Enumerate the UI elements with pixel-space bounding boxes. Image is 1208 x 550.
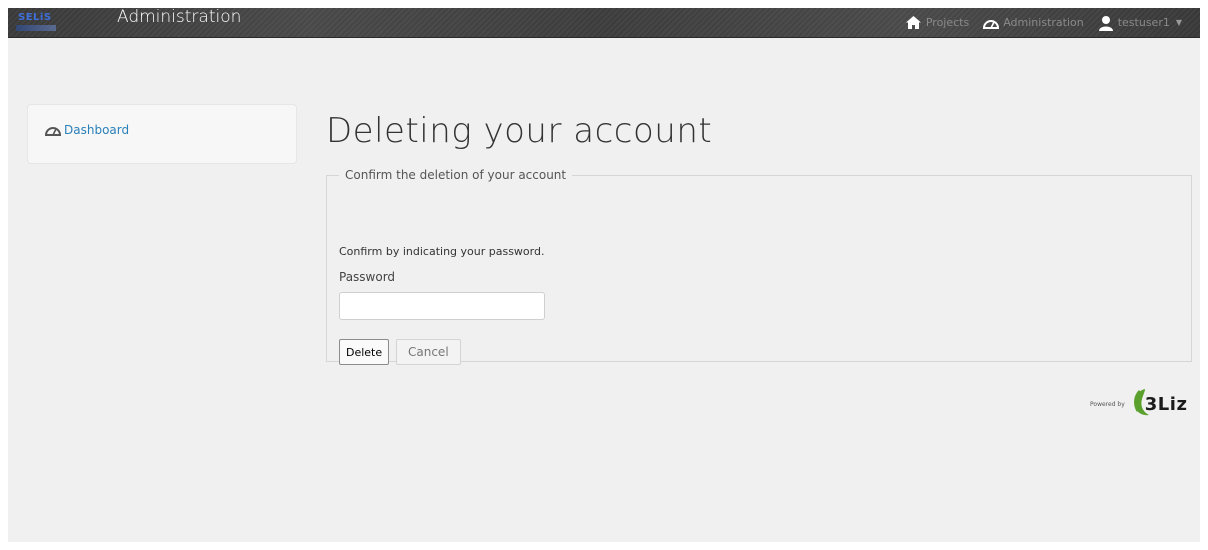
confirm-hint: Confirm by indicating your password. <box>339 245 545 258</box>
user-menu-label: testuser1 <box>1117 16 1170 29</box>
sidebar-item-label: Dashboard <box>64 123 130 137</box>
sidebar-item-dashboard[interactable]: Dashboard <box>45 123 129 137</box>
home-icon <box>905 15 922 30</box>
top-navbar: SELiS Administration Projects Administra… <box>8 8 1200 37</box>
app-title[interactable]: Administration <box>117 8 241 27</box>
caret-down-icon: ▼ <box>1175 18 1182 27</box>
user-icon <box>1098 15 1114 31</box>
app-frame: SELiS Administration Projects Administra… <box>8 8 1200 542</box>
brand-name: 3Liz <box>1144 393 1188 415</box>
delete-button[interactable]: Delete <box>339 339 390 365</box>
cancel-button[interactable]: Cancel <box>396 339 461 365</box>
user-menu[interactable]: testuser1 ▼ <box>1098 15 1182 31</box>
dashboard-icon <box>983 17 1000 29</box>
page-title: Deleting your account <box>326 111 713 151</box>
selis-logo[interactable]: SELiS <box>14 11 62 35</box>
password-input[interactable] <box>339 292 545 320</box>
logo-text: SELiS <box>18 12 52 23</box>
nav-administration[interactable]: Administration <box>983 16 1084 29</box>
fieldset-legend: Confirm the deletion of your account <box>345 168 567 182</box>
logo-tagline-bar <box>16 25 56 31</box>
powered-by: Powered by 3Liz <box>1090 387 1187 421</box>
nav-projects-label: Projects <box>925 16 970 29</box>
dashboard-icon <box>45 124 61 136</box>
nav-administration-label: Administration <box>1003 16 1084 29</box>
password-label: Password <box>339 270 396 284</box>
powered-by-text: Powered by <box>1090 400 1125 408</box>
sidebar: Dashboard <box>27 104 297 164</box>
nav-projects[interactable]: Projects <box>905 15 969 30</box>
delete-account-fieldset: Confirm the deletion of your account Con… <box>326 168 1192 365</box>
top-nav: Projects Administration testuser1 ▼ <box>891 8 1182 37</box>
